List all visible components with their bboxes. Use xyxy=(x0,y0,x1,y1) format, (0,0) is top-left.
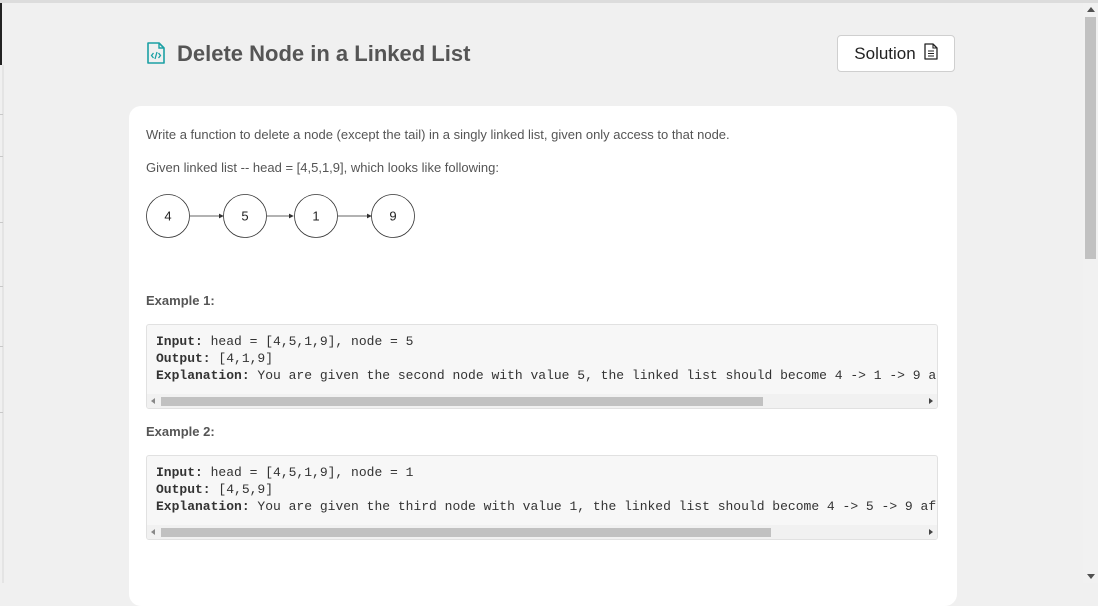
scrollbar-thumb[interactable] xyxy=(161,528,771,537)
scroll-right-icon[interactable] xyxy=(929,529,933,535)
scroll-right-icon[interactable] xyxy=(929,398,933,404)
example-code-block[interactable]: Input: head = [4,5,1,9], node = 1 Output… xyxy=(146,455,938,540)
horizontal-scrollbar[interactable] xyxy=(147,394,937,408)
scroll-left-icon[interactable] xyxy=(151,529,155,535)
problem-header: Delete Node in a Linked List Solution xyxy=(146,35,957,76)
code-file-icon xyxy=(146,42,166,64)
window-top-border xyxy=(0,0,1098,3)
given-list-text: Given linked list -- head = [4,5,1,9], w… xyxy=(146,160,499,175)
left-tick xyxy=(0,346,3,347)
document-icon xyxy=(924,42,938,65)
page-scrollbar-thumb[interactable] xyxy=(1085,17,1096,259)
scroll-up-icon[interactable] xyxy=(1087,7,1095,12)
left-edge xyxy=(0,3,2,65)
page-title: Delete Node in a Linked List xyxy=(177,41,471,66)
horizontal-scrollbar[interactable] xyxy=(147,525,937,539)
list-node-value: 1 xyxy=(312,209,319,224)
example-code: Input: head = [4,5,1,9], node = 1 Output… xyxy=(156,465,938,514)
list-node: 4 xyxy=(146,194,190,238)
example-heading: Example 1: xyxy=(146,293,215,308)
list-node-value: 4 xyxy=(164,209,171,224)
page-scrollbar[interactable] xyxy=(1083,3,1098,583)
problem-description: Write a function to delete a node (excep… xyxy=(146,127,730,142)
left-tick xyxy=(0,286,3,287)
scroll-down-icon[interactable] xyxy=(1087,574,1095,579)
scroll-left-icon[interactable] xyxy=(151,398,155,404)
example-code: Input: head = [4,5,1,9], node = 5 Output… xyxy=(156,334,938,383)
left-strip xyxy=(2,65,4,583)
list-node: 5 xyxy=(223,194,267,238)
list-node-value: 9 xyxy=(389,209,396,224)
left-tick xyxy=(0,156,3,157)
scrollbar-thumb[interactable] xyxy=(161,397,763,406)
solution-label: Solution xyxy=(854,43,916,63)
example-code-block[interactable]: Input: head = [4,5,1,9], node = 5 Output… xyxy=(146,324,938,409)
example-heading: Example 2: xyxy=(146,424,215,439)
solution-button[interactable]: Solution xyxy=(837,35,955,72)
left-tick xyxy=(0,412,3,413)
list-node: 1 xyxy=(294,194,338,238)
list-node: 9 xyxy=(371,194,415,238)
linked-list-diagram: 4 5 1 9 xyxy=(146,194,415,238)
left-tick xyxy=(0,114,3,115)
list-node-value: 5 xyxy=(241,209,248,224)
problem-card: Write a function to delete a node (excep… xyxy=(129,106,957,606)
left-tick xyxy=(0,222,3,223)
